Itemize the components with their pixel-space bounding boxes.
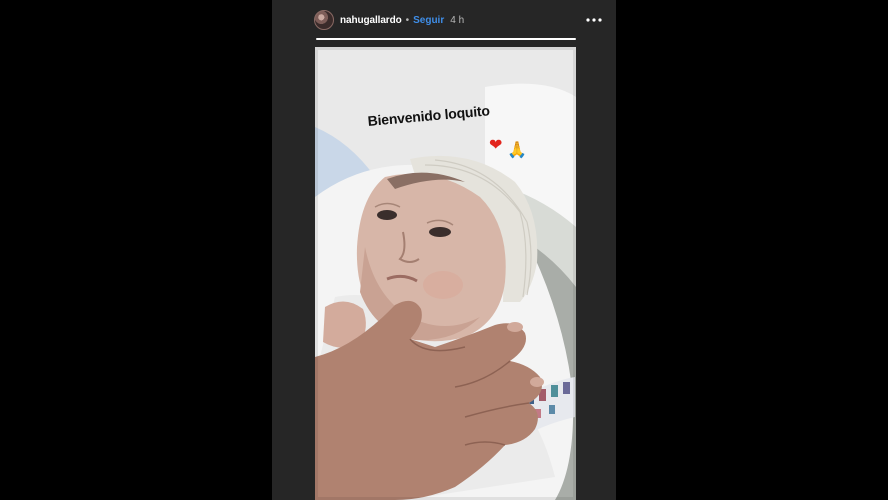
more-options-button[interactable] xyxy=(584,10,604,30)
more-horizontal-icon xyxy=(586,18,602,22)
username-link[interactable]: nahugallardo xyxy=(340,15,402,26)
avatar[interactable] xyxy=(314,10,334,30)
viewer-backdrop: nahugallardo • Seguir 4 h Bienvenido loq… xyxy=(0,0,888,500)
story-progress-fill xyxy=(316,38,576,40)
separator-dot: • xyxy=(405,14,410,26)
story-progress-bar xyxy=(316,38,576,40)
follow-button[interactable]: Seguir xyxy=(413,15,444,26)
story-photo[interactable]: Bienvenido loquito ❤ 🙏 xyxy=(315,47,576,500)
story-viewer: nahugallardo • Seguir 4 h Bienvenido loq… xyxy=(272,0,616,500)
story-header: nahugallardo • Seguir 4 h xyxy=(314,8,604,32)
praying-hands-emoji-icon: 🙏 xyxy=(507,142,527,159)
post-time: 4 h xyxy=(450,14,465,26)
heart-emoji-icon: ❤ xyxy=(489,137,503,154)
